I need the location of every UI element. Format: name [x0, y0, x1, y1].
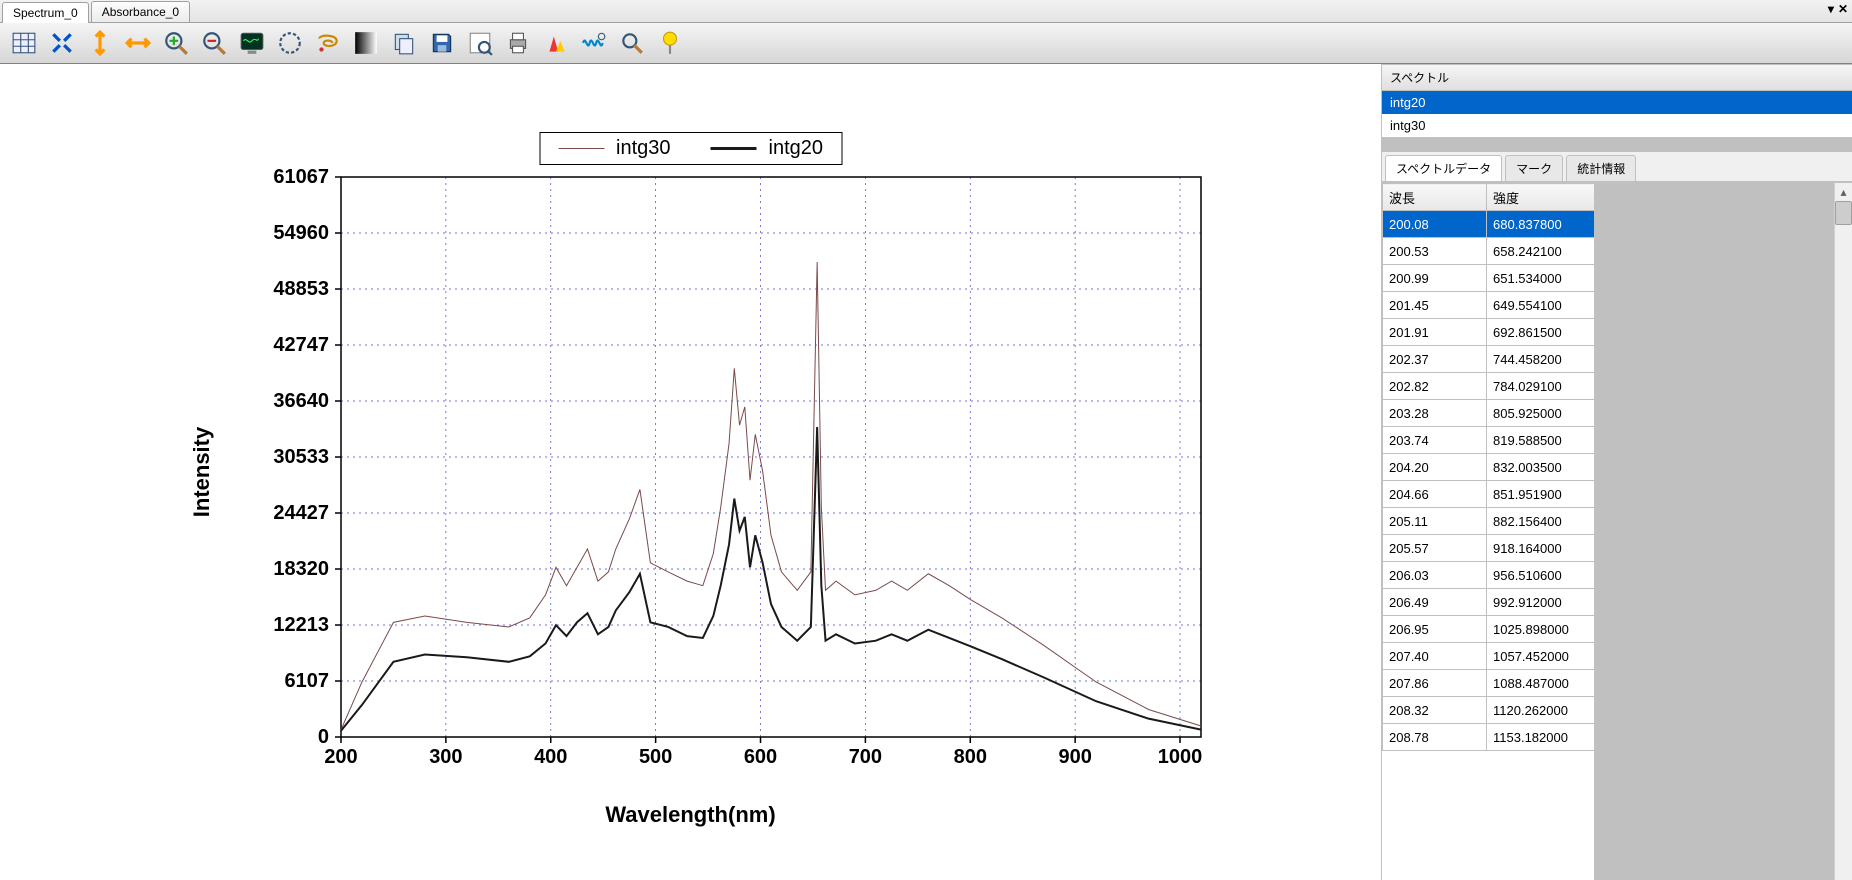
svg-text:42747: 42747 [273, 334, 329, 356]
data-table[interactable]: 波長強度200.08680.837800200.53658.242100200.… [1382, 183, 1595, 751]
table-icon[interactable] [6, 25, 42, 61]
svg-text:1000: 1000 [1157, 746, 1202, 768]
scrollbar[interactable]: ▴ [1834, 183, 1852, 880]
tab-absorbance[interactable]: Absorbance_0 [91, 1, 190, 22]
toolbar [0, 23, 1852, 64]
waveform-icon[interactable] [576, 25, 612, 61]
vstretch-icon[interactable] [82, 25, 118, 61]
spectrum-item[interactable]: intg20 [1382, 91, 1852, 114]
svg-text:200: 200 [324, 746, 357, 768]
table-row[interactable]: 200.99651.534000 [1383, 265, 1595, 292]
svg-text:6107: 6107 [284, 670, 329, 692]
table-row[interactable]: 206.951025.898000 [1383, 616, 1595, 643]
region-icon[interactable] [272, 25, 308, 61]
table-row[interactable]: 202.37744.458200 [1383, 346, 1595, 373]
lasso-icon[interactable] [310, 25, 346, 61]
spectrum-list: intg20intg30 [1382, 91, 1852, 138]
svg-text:500: 500 [638, 746, 671, 768]
table-row[interactable]: 207.401057.452000 [1383, 643, 1595, 670]
gradient-icon[interactable] [348, 25, 384, 61]
svg-text:700: 700 [848, 746, 881, 768]
table-row[interactable]: 204.20832.003500 [1383, 454, 1595, 481]
save-icon[interactable] [424, 25, 460, 61]
print-icon[interactable] [500, 25, 536, 61]
svg-text:0: 0 [317, 726, 328, 748]
table-row[interactable]: 201.91692.861500 [1383, 319, 1595, 346]
x-axis-label: Wavelength(nm) [605, 802, 775, 828]
svg-text:12213: 12213 [273, 614, 329, 636]
data-tab[interactable]: 統計情報 [1566, 155, 1636, 181]
svg-text:300: 300 [429, 746, 462, 768]
spectrum-item[interactable]: intg30 [1382, 114, 1852, 137]
svg-text:18320: 18320 [273, 558, 329, 580]
table-row[interactable]: 206.49992.912000 [1383, 589, 1595, 616]
table-row[interactable]: 207.861088.487000 [1383, 670, 1595, 697]
table-row[interactable]: 200.08680.837800 [1383, 211, 1595, 238]
svg-text:24427: 24427 [273, 502, 329, 524]
data-tab[interactable]: マーク [1505, 155, 1563, 181]
spectrum-list-title: スペクトル [1382, 64, 1852, 91]
legend-label-0: intg30 [616, 137, 671, 160]
svg-text:61067: 61067 [273, 167, 329, 188]
svg-text:54960: 54960 [273, 222, 329, 244]
table-row[interactable]: 203.28805.925000 [1383, 400, 1595, 427]
pin-icon[interactable] [652, 25, 688, 61]
svg-text:36640: 36640 [273, 390, 329, 412]
data-tabs: スペクトルデータマーク統計情報 [1382, 152, 1852, 182]
spectrum-plot[interactable]: 0 6107 12213 18320 24427 30533 36640 42747 48853… [231, 167, 1211, 797]
zoom-in-icon[interactable] [158, 25, 194, 61]
document-tabs: Spectrum_0 Absorbance_0 ▾ ✕ [0, 0, 1852, 23]
tab-spectrum[interactable]: Spectrum_0 [2, 2, 89, 23]
chart-pane: intg30 intg20 Intensity 0 6107 12213 18320 2… [0, 64, 1381, 880]
scroll-up-icon[interactable]: ▴ [1836, 183, 1851, 200]
table-row[interactable]: 203.74819.588500 [1383, 427, 1595, 454]
legend-label-1: intg20 [769, 137, 824, 160]
zoom-out-icon[interactable] [196, 25, 232, 61]
table-row[interactable]: 205.57918.164000 [1383, 535, 1595, 562]
close-icon[interactable]: ✕ [1838, 2, 1848, 16]
table-row[interactable]: 202.82784.029100 [1383, 373, 1595, 400]
table-row[interactable]: 200.53658.242100 [1383, 238, 1595, 265]
hstretch-icon[interactable] [120, 25, 156, 61]
dropdown-icon[interactable]: ▾ [1828, 2, 1834, 16]
table-row[interactable]: 206.03956.510600 [1383, 562, 1595, 589]
svg-text:30533: 30533 [273, 446, 329, 468]
preview-icon[interactable] [462, 25, 498, 61]
pick-icon[interactable] [614, 25, 650, 61]
table-filler: ▴ [1595, 183, 1852, 880]
y-axis-label: Intensity [189, 427, 215, 517]
svg-text:800: 800 [953, 746, 986, 768]
peak-icon[interactable] [538, 25, 574, 61]
copy-icon[interactable] [386, 25, 422, 61]
scroll-thumb[interactable] [1835, 201, 1852, 225]
col-wavelength[interactable]: 波長 [1383, 184, 1487, 211]
svg-text:600: 600 [743, 746, 776, 768]
col-intensity[interactable]: 強度 [1487, 184, 1595, 211]
table-row[interactable]: 208.781153.182000 [1383, 724, 1595, 751]
table-row[interactable]: 204.66851.951900 [1383, 481, 1595, 508]
svg-text:900: 900 [1058, 746, 1091, 768]
divider [1382, 138, 1852, 152]
table-row[interactable]: 208.321120.262000 [1383, 697, 1595, 724]
svg-text:400: 400 [534, 746, 567, 768]
chart-legend: intg30 intg20 [539, 132, 842, 165]
monitor-icon[interactable] [234, 25, 270, 61]
table-row[interactable]: 201.45649.554100 [1383, 292, 1595, 319]
table-row[interactable]: 205.11882.156400 [1383, 508, 1595, 535]
fullscreen-icon[interactable] [44, 25, 80, 61]
data-tab[interactable]: スペクトルデータ [1385, 155, 1502, 181]
svg-text:48853: 48853 [273, 278, 329, 300]
side-panel: スペクトル intg20intg30 スペクトルデータマーク統計情報 波長強度2… [1381, 64, 1852, 880]
